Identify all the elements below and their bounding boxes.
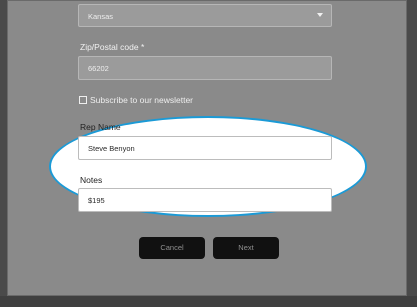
newsletter-label: Subscribe to our newsletter	[90, 95, 193, 105]
bottom-strip	[0, 296, 417, 307]
notes-label: Notes	[80, 175, 103, 185]
state-select-value: Kansas	[88, 12, 114, 21]
next-button[interactable]: Next	[213, 237, 279, 259]
notes-value: $195	[88, 196, 105, 205]
chevron-down-icon	[317, 13, 323, 17]
rep-name-input[interactable]: Steve Benyon	[78, 136, 332, 160]
zip-input[interactable]: 66202	[78, 56, 332, 80]
newsletter-checkbox[interactable]	[79, 96, 87, 104]
notes-input[interactable]: $195	[78, 188, 332, 212]
zip-label: Zip/Postal code *	[80, 42, 145, 52]
rep-name-label: Rep Name	[80, 122, 121, 132]
zip-value: 66202	[88, 64, 109, 73]
cancel-button[interactable]: Cancel	[139, 237, 205, 259]
state-select[interactable]: Kansas	[78, 4, 332, 27]
rep-name-value: Steve Benyon	[88, 144, 135, 153]
